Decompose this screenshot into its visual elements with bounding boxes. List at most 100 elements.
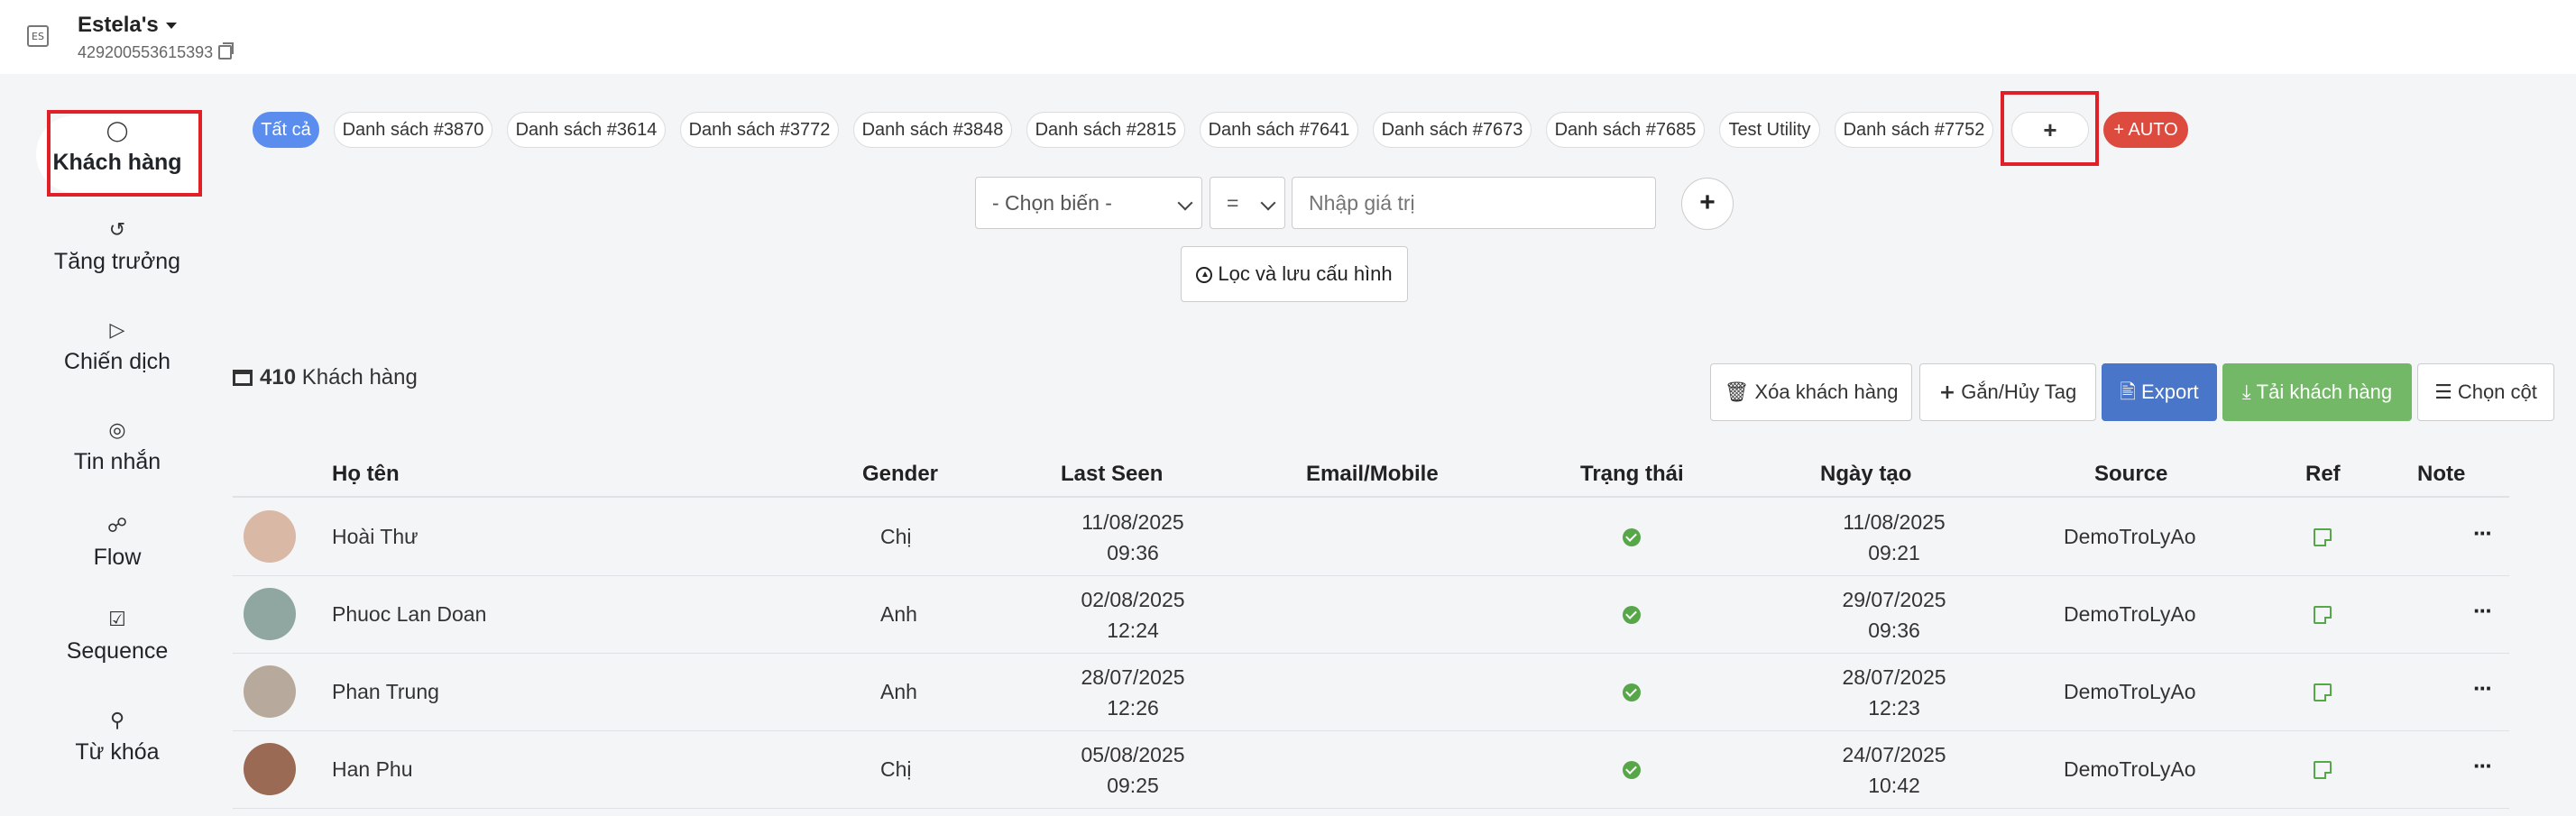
customer-name[interactable]: Phan Trung [332,680,439,704]
customer-gender: Chị [880,525,912,548]
last-seen: 02/08/2025 12:24 [1052,584,1214,646]
growth-icon: ↺ [108,219,126,242]
table-header: Họ tên Gender Last Seen Email/Mobile Trạ… [233,453,2509,498]
caret-down-icon [165,23,177,30]
send-icon: ▷ [109,319,125,342]
tag-pill[interactable]: Danh sách #2815 [1026,112,1185,148]
column-header-created[interactable]: Ngày tạo [1820,462,1911,487]
tag-pill[interactable]: Danh sách #7685 [1546,112,1705,148]
column-header-status[interactable]: Trạng thái [1580,462,1684,487]
count-label: Khách hàng [301,365,418,390]
page-switcher[interactable]: Estela's [78,13,177,38]
ref-note-icon[interactable] [2314,683,2332,701]
customer-name[interactable]: Han Phu [332,757,413,782]
status-check-icon [1623,528,1641,546]
export-button[interactable]: 🖹 Export [2102,363,2217,421]
status-check-icon [1623,683,1641,701]
column-header-name[interactable]: Họ tên [332,462,400,487]
sidebar-item-messages[interactable]: ◎ Tin nhắn [36,418,198,475]
customer-name[interactable]: Hoài Thư [332,525,419,549]
customer-name[interactable]: Phuoc Lan Doan [332,602,486,627]
auto-button[interactable]: + AUTO [2103,112,2188,148]
page-id-text: 429200553615393 [78,43,214,61]
column-header-gender[interactable]: Gender [862,462,938,487]
highlight-box [2001,91,2099,166]
sidebar-item-label: Sequence [66,638,169,664]
tag-pill[interactable]: Danh sách #3772 [680,112,839,148]
more-options-icon[interactable]: ··· [2473,597,2493,625]
page-logo-icon: ES [27,25,49,47]
tag-pill[interactable]: Test Utility [1719,112,1820,148]
sidebar-item-campaign[interactable]: ▷ Chiến dịch [36,318,198,375]
column-header-last-seen[interactable]: Last Seen [1061,462,1163,487]
avatar [244,588,296,640]
button-label: Tải khách hàng [2256,380,2393,403]
tag-toggle-button[interactable]: + Gắn/Hủy Tag [1919,363,2096,421]
ref-note-icon[interactable] [2314,606,2332,624]
delete-customer-button[interactable]: 🗑 Xóa khách hàng [1710,363,1912,421]
last-seen-time: 12:26 [1107,696,1159,720]
count-number: 410 [260,365,297,390]
table-row[interactable]: Phan Trung Anh 28/07/2025 12:26 28/07/202… [233,655,2509,731]
created-time: 10:42 [1868,774,1920,797]
column-header-note[interactable]: Note [2417,462,2465,487]
button-label: Gắn/Hủy Tag [1961,380,2077,403]
more-options-icon[interactable]: ··· [2473,752,2493,780]
copy-icon[interactable] [218,42,235,60]
column-header-ref[interactable]: Ref [2305,462,2341,487]
operator-select[interactable]: = [1210,177,1285,229]
key-icon: ⚲ [109,710,125,732]
page-name: Estela's [78,13,159,37]
choose-columns-button[interactable]: ☰ Chọn cột [2417,363,2554,421]
value-input[interactable] [1292,177,1656,229]
last-seen-date: 05/08/2025 [1081,743,1185,766]
avatar [244,510,296,563]
customer-gender: Anh [880,680,917,703]
last-seen: 05/08/2025 09:25 [1052,739,1214,801]
variable-select[interactable]: - Chọn biến - [975,177,1202,229]
tag-pill[interactable]: Danh sách #3848 [853,112,1012,148]
created-date: 29/07/2025 [1842,588,1946,611]
tag-pill-all[interactable]: Tất cả [253,112,319,148]
created-date: 24/07/2025 [1842,743,1946,766]
sidebar-item-keywords[interactable]: ⚲ Từ khóa [36,709,198,766]
column-header-email[interactable]: Email/Mobile [1306,462,1439,487]
ref-note-icon[interactable] [2314,528,2332,546]
customer-source: DemoTroLyAo [2064,757,2196,781]
filter-save-button[interactable]: Lọc và lưu cấu hình [1181,246,1408,302]
ref-note-icon[interactable] [2314,761,2332,779]
button-label: Xóa khách hàng [1754,380,1899,403]
sidebar-item-flow[interactable]: ☍ Flow [36,514,198,571]
status-check-icon [1623,606,1641,624]
customer-source: DemoTroLyAo [2064,680,2196,703]
customer-source: DemoTroLyAo [2064,602,2196,626]
more-options-icon[interactable]: ··· [2473,519,2493,547]
tag-pill[interactable]: Danh sách #7641 [1200,112,1358,148]
circle-up-icon [1196,267,1213,283]
plus-icon: + [1938,381,1956,404]
tag-pill[interactable]: Danh sách #3614 [507,112,666,148]
table-row[interactable]: Han Phu Chị 05/08/2025 09:25 24/07/2025 10… [233,732,2509,809]
chevron-down-icon [1260,195,1276,211]
chevron-down-icon [1177,195,1193,211]
customer-source: DemoTroLyAo [2064,525,2196,548]
created-date: 28/07/2025 [1842,665,1946,689]
tag-pill[interactable]: Danh sách #3870 [334,112,492,148]
table-row[interactable]: Hoài Thư Chị 11/08/2025 09:36 11/08/2025 0… [233,500,2509,576]
customer-gender: Anh [880,602,917,626]
tag-pill[interactable]: Danh sách #7752 [1835,112,1993,148]
last-seen-date: 28/07/2025 [1081,665,1185,689]
more-options-icon[interactable]: ··· [2473,674,2493,702]
button-label: Export [2141,380,2199,403]
tag-pill[interactable]: Danh sách #7673 [1373,112,1532,148]
table-row[interactable]: Phuoc Lan Doan Anh 02/08/2025 12:24 29/07… [233,577,2509,654]
sidebar-item-growth[interactable]: ↺ Tăng trưởng [36,218,198,275]
created-date: 11/08/2025 [1843,510,1946,534]
last-seen: 28/07/2025 12:26 [1052,662,1214,723]
add-condition-button[interactable]: + [1681,178,1734,230]
download-customers-button[interactable]: ⤓ Tải khách hàng [2222,363,2412,421]
operator-select-value: = [1227,191,1239,215]
column-header-source[interactable]: Source [2094,462,2167,487]
created-at: 28/07/2025 12:23 [1813,662,1975,723]
sidebar-item-sequence[interactable]: ☑ Sequence [36,608,198,665]
